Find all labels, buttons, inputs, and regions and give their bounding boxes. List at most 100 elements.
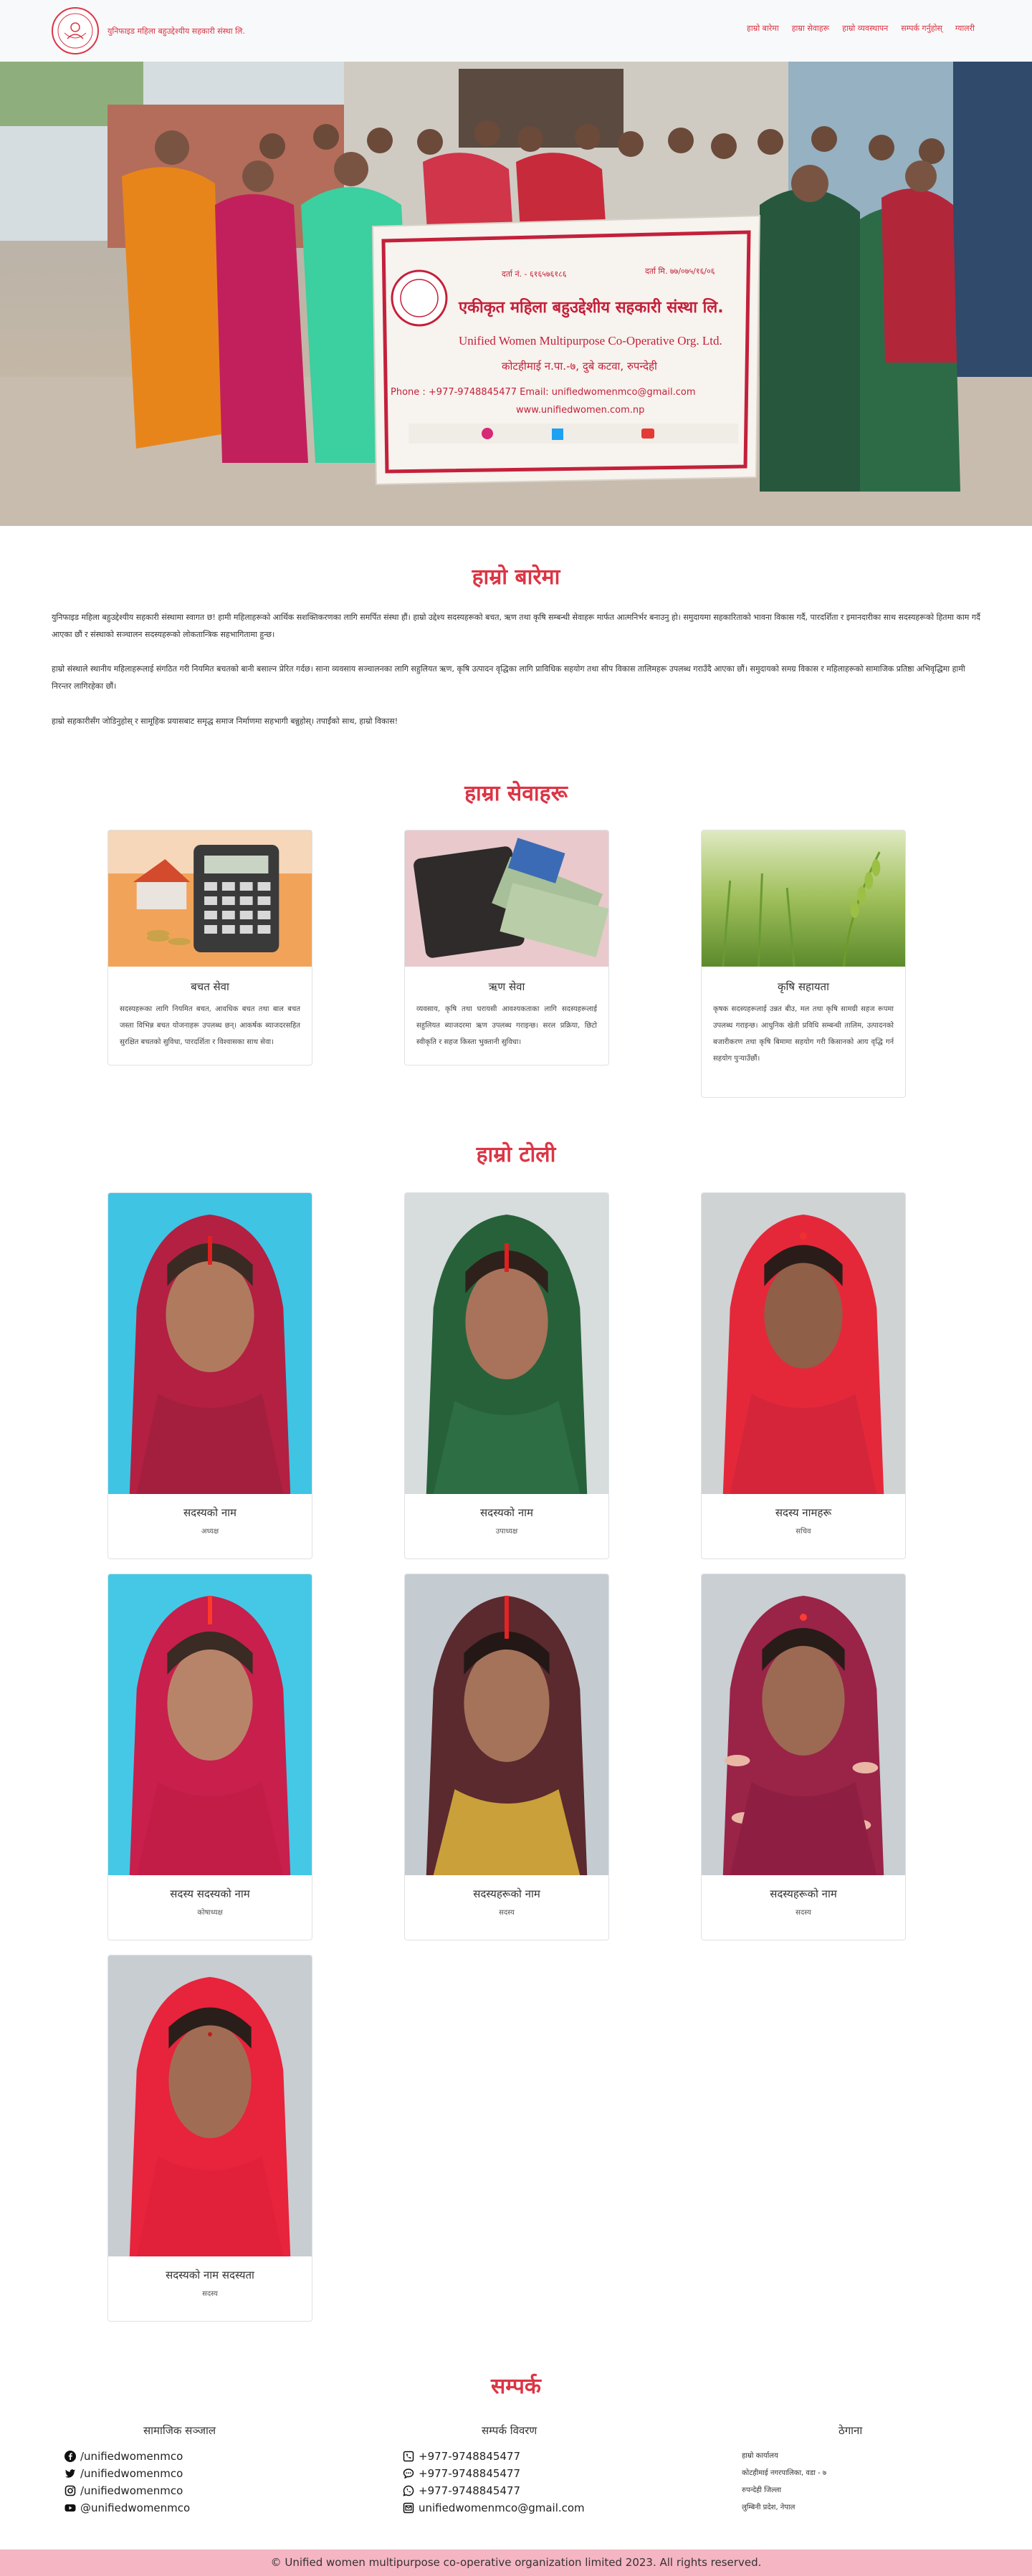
facebook-icon [64,2451,76,2462]
chat-icon [403,2468,414,2479]
youtube-icon [64,2502,76,2514]
social-links: सामाजिक सञ्जाल /unifiedwomenmco /unified… [64,2423,216,2517]
social-link-youtube[interactable]: @unifiedwomenmco [64,2499,216,2517]
about-paragraph-1: युनिफाइड महिला बहुउद्देश्यीय सहकारी संस्… [52,613,980,639]
about-title: हाम्रो बारेमा [472,565,560,590]
banner: दर्ता नं. - ६१६५७६१८६ दर्ता मि. ७७/०७५/१… [371,214,761,486]
address-line: लुम्बिनी प्रदेश, नेपाल [742,2504,796,2512]
service-title: ऋण सेवा [488,980,525,993]
member-role: उपाध्यक्ष [495,1528,518,1536]
service-card-agriculture: कृषि सहायता कृषक सदस्यहरूलाई उन्नत बीउ, … [701,830,906,1098]
social-link-instagram[interactable]: /unifiedwomenmco [64,2482,216,2499]
email-address: unifiedwomenmco@gmail.com [419,2501,585,2514]
whatsapp-icon [403,2485,414,2496]
banner-date: दर्ता मि. ७७/०७५/१६/०६ [645,267,715,276]
team-member-card: सदस्यहरूको नाम सदस्य [404,1574,609,1940]
address-line: हाम्रो कार्यालय [742,2452,778,2460]
social-handle: /unifiedwomenmco [80,2467,183,2480]
banner-reg: दर्ता नं. - ६१६५७६१८६ [502,269,567,279]
member-name: सदस्यको नाम [480,1506,533,1519]
group-photo: दर्ता नं. - ६१६५७६१८६ दर्ता मि. ७७/०७५/१… [0,62,1032,526]
contact-title: सम्पर्क [491,2374,541,2399]
nav-link-management[interactable]: हाम्रो व्यवस्थापन [842,23,888,34]
team-member-card: सदस्यको नाम सदस्यता सदस्य [108,1955,312,2322]
member-name: सदस्य सदस्यको नाम [170,1887,250,1900]
member-role: सदस्य [499,1909,515,1917]
footer: © Unified women multipurpose co-operativ… [0,2549,1032,2576]
team-member-card: सदस्य नामहरू सचिव [701,1192,906,1559]
service-text: व्यवसाय, कृषि तथा घरायसी आवश्यकताका लागि… [416,1005,597,1046]
team-member-card: सदस्यको नाम उपाध्यक्ष [404,1192,609,1559]
contact-whatsapp[interactable]: +977-9748845477 [403,2482,585,2499]
address-line: रुपन्देही जिल्ला [742,2486,782,2494]
phone-number: +977-9748845477 [419,2450,521,2463]
about-paragraph-2: हाम्रो संस्थाले स्थानीय महिलाहरूलाई संगठ… [52,664,965,691]
email-icon [403,2502,414,2514]
member-photo [108,1574,312,1875]
top-navbar: युनिफाइड महिला बहुउद्देश्यीय सहकारी संस्… [0,0,1032,62]
member-name: सदस्यहरूको नाम [473,1887,540,1900]
hero-image: दर्ता नं. - ६१६५७६१८६ दर्ता मि. ७७/०७५/१… [0,62,1032,526]
instagram-icon [64,2485,76,2496]
member-photo [405,1574,608,1875]
contact-details: सम्पर्क विवरण +977-9748845477 +977-97488… [403,2423,585,2517]
member-role: सचिव [796,1528,811,1536]
contact-chat[interactable]: +977-9748845477 [403,2465,585,2482]
service-card-loan: ऋण सेवा व्यवसाय, कृषि तथा घरायसी आवश्यकत… [404,830,609,1066]
service-text: कृषक सदस्यहरूलाई उन्नत बीउ, मल तथा कृषि … [713,1005,894,1063]
phone-icon [403,2451,414,2462]
brand-name: युनिफाइड महिला बहुउद्देश्यीय सहकारी संस्… [108,26,245,36]
team-member-card: सदस्य सदस्यको नाम कोषाध्यक्ष [108,1574,312,1940]
calculator-image [108,830,312,967]
team-member-card: सदस्यहरूको नाम सदस्य [701,1574,906,1940]
social-handle: /unifiedwomenmco [80,2484,183,2497]
nav-link-services[interactable]: हाम्रा सेवाहरू [792,23,829,34]
banner-phone: Phone : +977-9748845477 Email: unifiedwo… [391,387,696,398]
member-role: कोषाध्यक्ष [197,1909,223,1917]
contact-email[interactable]: unifiedwomenmco@gmail.com [403,2499,585,2517]
nav-link-contact[interactable]: सम्पर्क गर्नुहोस् [901,23,942,34]
team-title: हाम्रो टोली [476,1142,556,1167]
banner-title-np: एकीकृत महिला बहुउद्देशीय सहकारी संस्था ल… [458,297,724,318]
phone-number: +977-9748845477 [419,2467,521,2480]
member-photo [405,1193,608,1494]
banner-title-en: Unified Women Multipurpose Co-Operative … [459,334,722,348]
banner-web: www.unifiedwomen.com.np [516,405,644,416]
address-block: ठेगाना हाम्रो कार्यालय कोटहीमाई नगरपालिक… [742,2423,863,2517]
wheat-image [702,830,905,967]
social-handle: @unifiedwomenmco [80,2501,191,2514]
service-title: बचत सेवा [191,980,229,993]
service-title: कृषि सहायता [778,980,829,993]
copyright-text: © Unified women multipurpose co-operativ… [270,2556,762,2569]
phone-number: +977-9748845477 [419,2484,521,2497]
wallet-image [405,830,608,967]
banner-address: कोटहीमाई न.पा.-७, दुबे कटवा, रुपन्देही [502,360,658,373]
social-link-facebook[interactable]: /unifiedwomenmco [64,2448,216,2465]
services-title: हाम्रा सेवाहरू [464,781,568,806]
contact-details-title: सम्पर्क विवरण [482,2424,538,2437]
member-photo [702,1574,905,1875]
address-line: कोटहीमाई नगरपालिका, वडा - ७ [742,2469,827,2477]
nav-link-gallery[interactable]: ग्यालरी [955,23,975,34]
social-title: सामाजिक सञ्जाल [143,2424,216,2437]
member-name: सदस्यको नाम [183,1506,236,1519]
member-photo [108,1193,312,1494]
social-link-twitter[interactable]: /unifiedwomenmco [64,2465,216,2482]
member-photo [702,1193,905,1494]
service-card-savings: बचत सेवा सदस्यहरूका लागि नियमित बचत, आवध… [108,830,312,1066]
member-role: सदस्य [202,2290,218,2298]
brand[interactable]: युनिफाइड महिला बहुउद्देश्यीय सहकारी संस्… [50,6,245,56]
member-name: सदस्यहरूको नाम [770,1887,837,1900]
member-photo [108,1955,312,2256]
service-text: सदस्यहरूका लागि नियमित बचत, आवधिक बचत तथ… [120,1005,300,1046]
nav-link-about[interactable]: हाम्रो बारेमा [747,23,779,34]
contact-phone[interactable]: +977-9748845477 [403,2448,585,2465]
member-name: सदस्य नामहरू [775,1506,832,1519]
address-title: ठेगाना [838,2424,863,2437]
member-role: सदस्य [796,1909,811,1917]
about-paragraph-3: हाम्रो सहकारीसँग जोडिनुहोस् र सामूहिक प्… [52,717,398,726]
main-nav: हाम्रो बारेमा हाम्रा सेवाहरू हाम्रो व्यव… [747,23,975,34]
cooperative-logo-icon [52,7,99,54]
social-handle: /unifiedwomenmco [80,2450,183,2463]
member-role: अध्यक्ष [201,1528,219,1536]
